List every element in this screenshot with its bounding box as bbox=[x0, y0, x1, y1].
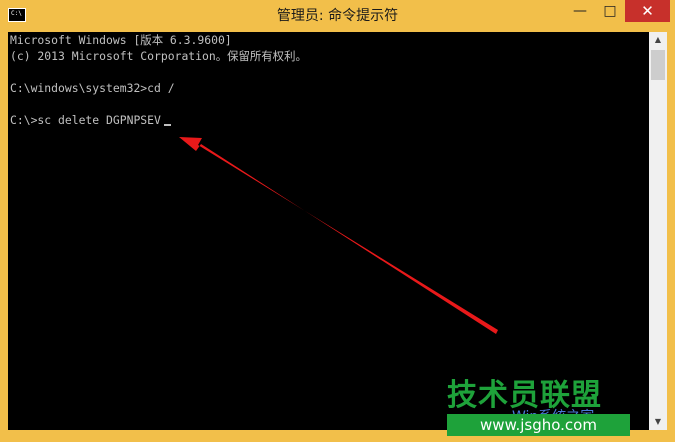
watermark-url: www.jsgho.com bbox=[447, 414, 630, 436]
red-arrow-shape bbox=[179, 137, 498, 334]
